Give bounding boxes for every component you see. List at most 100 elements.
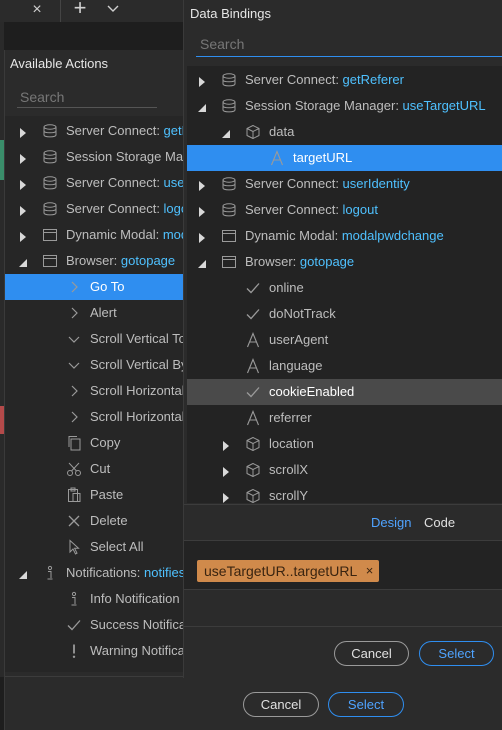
tree-item-donottrack[interactable]: doNotTrack (187, 301, 502, 327)
tree-item-session-storage-manag[interactable]: Session Storage Manag (5, 144, 187, 170)
item-type-label: Session Storage Manager: (245, 98, 403, 113)
tree-item-label: Success Notificat (90, 617, 187, 632)
check-icon (245, 384, 261, 400)
actions-search-input[interactable]: Search (17, 86, 157, 108)
item-type-label: Success Notificat (90, 617, 187, 632)
expand-arrow-icon[interactable] (221, 465, 231, 477)
tree-item-scrolly[interactable]: scrollY (187, 483, 502, 503)
tree-item-scroll-horizontal[interactable]: Scroll Horizontal (5, 404, 187, 430)
cube-icon (245, 436, 261, 452)
select-button[interactable]: Select (328, 692, 404, 717)
expand-arrow-icon[interactable] (18, 152, 28, 164)
tree-item-label: Warning Notificat (90, 643, 187, 658)
tree-item-label: Notifications: notifies (66, 565, 185, 580)
collapse-arrow-icon[interactable] (197, 257, 207, 268)
expand-arrow-icon[interactable] (18, 230, 28, 242)
tree-item-server-connect-getreferer[interactable]: Server Connect: getReferer (187, 67, 502, 93)
tree-item-scroll-vertical-by[interactable]: Scroll Vertical By (5, 352, 187, 378)
tree-item-label: Server Connect: userIdentity (245, 176, 410, 191)
tree-item-data[interactable]: data (187, 119, 502, 145)
tree-item-useragent[interactable]: userAgent (187, 327, 502, 353)
tree-item-label: language (269, 358, 323, 373)
tree-item-label: location (269, 436, 314, 451)
tree-item-browser-gotopage[interactable]: Browser: gotopage (5, 248, 187, 274)
tree-item-label: Paste (90, 487, 123, 502)
binding-chip[interactable]: useTargetUR..targetURL × (197, 560, 380, 582)
database-icon (221, 202, 237, 218)
expand-arrow-icon[interactable] (221, 439, 231, 451)
tab-code[interactable]: Code (424, 515, 455, 530)
exclamation-icon (66, 643, 82, 659)
close-tab-icon[interactable]: × (26, 0, 48, 22)
item-type-label: Notifications: (66, 565, 145, 580)
item-type-label: targetURL (293, 150, 353, 165)
tree-item-alert[interactable]: Alert (5, 300, 187, 326)
cancel-button[interactable]: Cancel (334, 641, 409, 666)
expand-arrow-icon[interactable] (18, 204, 28, 216)
tree-item-scrollx[interactable]: scrollX (187, 457, 502, 483)
chevron-down-icon (66, 331, 82, 347)
tree-item-label: Session Storage Manag (66, 149, 187, 164)
expression-editor[interactable]: useTargetUR..targetURL × (184, 540, 502, 590)
tree-item-server-connect-getr[interactable]: Server Connect: getR (5, 118, 187, 144)
select-button[interactable]: Select (419, 641, 494, 666)
tree-item-select-all[interactable]: Select All (5, 534, 187, 560)
tree-item-copy[interactable]: Copy (5, 430, 187, 456)
bindings-search-input[interactable]: Search (196, 32, 502, 57)
tree-item-browser-gotopage[interactable]: Browser: gotopage (187, 249, 502, 275)
tree-item-info-notification[interactable]: Info Notification (5, 586, 187, 612)
item-type-label: Browser: (245, 254, 300, 269)
tree-item-cut[interactable]: Cut (5, 456, 187, 482)
collapse-arrow-icon[interactable] (18, 568, 28, 579)
tree-item-paste[interactable]: Paste (5, 482, 187, 508)
database-icon (221, 72, 237, 88)
tree-item-label: Info Notification (90, 591, 180, 606)
tree-item-scroll-horizontal[interactable]: Scroll Horizontal (5, 378, 187, 404)
expand-arrow-icon[interactable] (221, 491, 231, 503)
tree-item-cookieenabled[interactable]: cookieEnabled (187, 379, 502, 405)
tree-item-notifications-notifies[interactable]: Notifications: notifies (5, 560, 187, 586)
collapse-arrow-icon[interactable] (197, 101, 207, 112)
tree-item-dynamic-modal-modalpwdchange[interactable]: Dynamic Modal: modalpwdchange (187, 223, 502, 249)
remove-chip-icon[interactable]: × (366, 560, 374, 582)
tree-item-targeturl[interactable]: targetURL (187, 145, 502, 171)
expand-arrow-icon[interactable] (18, 126, 28, 138)
tree-item-language[interactable]: language (187, 353, 502, 379)
info-icon (42, 565, 58, 581)
tree-item-server-connect-logo[interactable]: Server Connect: logo (5, 196, 187, 222)
tree-item-location[interactable]: location (187, 431, 502, 457)
tree-item-label: Scroll Vertical By (90, 357, 187, 372)
expand-arrow-icon[interactable] (197, 75, 207, 87)
tree-item-go-to[interactable]: Go To (5, 274, 187, 300)
collapse-arrow-icon[interactable] (18, 256, 28, 267)
dialog-title: Data Bindings (190, 6, 271, 21)
expand-arrow-icon[interactable] (197, 205, 207, 217)
expand-arrow-icon[interactable] (197, 231, 207, 243)
collapse-arrow-icon[interactable] (221, 127, 231, 138)
tree-item-success-notificat[interactable]: Success Notificat (5, 612, 187, 638)
tree-item-referrer[interactable]: referrer (187, 405, 502, 431)
chevron-right-icon (66, 383, 82, 399)
tree-item-label: Scroll Vertical To (90, 331, 186, 346)
tab-design[interactable]: Design (371, 515, 411, 530)
tree-item-server-connect-useridentity[interactable]: Server Connect: userIdentity (187, 171, 502, 197)
item-type-label: cookieEnabled (269, 384, 355, 399)
tree-item-label: cookieEnabled (269, 384, 354, 399)
tree-item-dynamic-modal-mod[interactable]: Dynamic Modal: mod (5, 222, 187, 248)
tree-item-session-storage-manager-usetargeturl[interactable]: Session Storage Manager: useTargetURL (187, 93, 502, 119)
expand-arrow-icon[interactable] (18, 178, 28, 190)
tree-item-online[interactable]: online (187, 275, 502, 301)
cancel-button[interactable]: Cancel (243, 692, 319, 717)
item-type-label: Server Connect: (245, 176, 343, 191)
tree-item-server-connect-logout[interactable]: Server Connect: logout (187, 197, 502, 223)
item-type-label: scrollX (269, 462, 309, 477)
tree-item-delete[interactable]: Delete (5, 508, 187, 534)
binding-chip-label: useTargetUR..targetURL (204, 563, 358, 579)
item-type-label: data (269, 124, 295, 139)
tree-item-warning-notificat[interactable]: Warning Notificat (5, 638, 187, 664)
chevron-down-icon[interactable] (104, 0, 122, 18)
tree-item-server-connect-user[interactable]: Server Connect: user (5, 170, 187, 196)
new-tab-icon[interactable]: + (68, 0, 92, 20)
expand-arrow-icon[interactable] (197, 179, 207, 191)
tree-item-scroll-vertical-to[interactable]: Scroll Vertical To (5, 326, 187, 352)
